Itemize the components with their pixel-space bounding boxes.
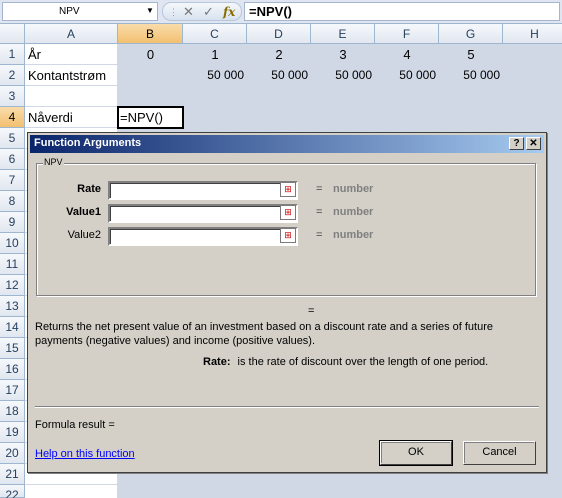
- column-header[interactable]: G: [439, 24, 503, 44]
- column-header[interactable]: A: [25, 24, 118, 44]
- row-header[interactable]: 14: [0, 317, 25, 338]
- row-header[interactable]: 5: [0, 128, 25, 149]
- argument-label: Value1: [66, 206, 101, 218]
- row-header[interactable]: 22: [0, 485, 25, 498]
- npv-argument-group: NPV Rate ⊞ = number Value1 ⊞ = number Va…: [36, 157, 537, 296]
- cell-e1[interactable]: 3: [311, 44, 375, 65]
- row-header[interactable]: 18: [0, 401, 25, 422]
- argument-help: Rate: is the rate of discount over the le…: [203, 356, 488, 368]
- argument-label: Value2: [67, 229, 101, 241]
- cell-f1[interactable]: 4: [375, 44, 439, 65]
- name-box[interactable]: NPV: [2, 2, 158, 21]
- argument-type-hint: number: [333, 183, 374, 195]
- cell-d1[interactable]: 2: [247, 44, 311, 65]
- cell-c1[interactable]: 1: [183, 44, 247, 65]
- cell-f2[interactable]: 50 000: [375, 65, 439, 86]
- formula-bar: NPV ▼ ⋮ ✕ ✓ fx =NPV(): [0, 0, 562, 24]
- row-header[interactable]: 9: [0, 212, 25, 233]
- row-header[interactable]: 11: [0, 254, 25, 275]
- insert-function-icon[interactable]: fx: [223, 4, 235, 20]
- cell-a4[interactable]: Nåverdi: [25, 107, 118, 128]
- value1-input[interactable]: [108, 204, 298, 223]
- result-equals: =: [308, 305, 315, 317]
- column-header[interactable]: H: [503, 24, 562, 44]
- formula-input[interactable]: =NPV(): [244, 2, 560, 21]
- row-header[interactable]: 20: [0, 443, 25, 464]
- excel-window: NPV ▼ ⋮ ✕ ✓ fx =NPV() A B C D E F G H 1 …: [0, 0, 562, 498]
- row-header[interactable]: 8: [0, 191, 25, 212]
- cell-c2[interactable]: 50 000: [183, 65, 247, 86]
- chevron-down-icon[interactable]: ▼: [144, 2, 156, 19]
- equals-sign: =: [316, 206, 323, 218]
- cell-b1[interactable]: 0: [118, 44, 183, 65]
- ok-button[interactable]: OK: [379, 440, 453, 466]
- cancel-icon[interactable]: ✕: [183, 4, 194, 20]
- cell-e2[interactable]: 50 000: [311, 65, 375, 86]
- row-header[interactable]: 6: [0, 149, 25, 170]
- collapse-dialog-icon[interactable]: ⊞: [280, 182, 296, 197]
- equals-sign: =: [316, 229, 323, 241]
- cell-a2[interactable]: Kontantstrøm: [25, 65, 118, 86]
- row-header[interactable]: 17: [0, 380, 25, 401]
- function-arguments-dialog: Function Arguments ? ✕ NPV Rate ⊞ = numb…: [27, 132, 547, 473]
- function-description: Returns the net present value of an inve…: [35, 321, 494, 347]
- argument-row-value1: Value1 ⊞ = number: [37, 204, 537, 223]
- row-header[interactable]: 13: [0, 296, 25, 317]
- rate-input[interactable]: [108, 181, 298, 200]
- cell-d2[interactable]: 50 000: [247, 65, 311, 86]
- formula-result-label: Formula result =: [35, 419, 115, 431]
- argument-label: Rate: [77, 183, 101, 195]
- column-header[interactable]: B: [118, 24, 183, 44]
- row-header[interactable]: 3: [0, 86, 25, 107]
- cancel-button[interactable]: Cancel: [463, 441, 536, 465]
- row-header[interactable]: 21: [0, 464, 25, 485]
- row-header[interactable]: 7: [0, 170, 25, 191]
- cell-g1[interactable]: 5: [439, 44, 503, 65]
- dialog-title-bar[interactable]: Function Arguments ? ✕: [30, 135, 544, 153]
- row-header[interactable]: 12: [0, 275, 25, 296]
- argument-help-text: is the rate of discount over the length …: [237, 356, 489, 368]
- help-button[interactable]: ?: [509, 137, 524, 150]
- select-all-corner[interactable]: [0, 24, 25, 44]
- argument-type-hint: number: [333, 229, 374, 241]
- row-header[interactable]: 15: [0, 338, 25, 359]
- argument-help-name: Rate:: [203, 356, 231, 368]
- row-header[interactable]: 2: [0, 65, 25, 86]
- group-label: NPV: [43, 157, 64, 167]
- formula-bar-buttons: ⋮ ✕ ✓ fx: [162, 2, 242, 21]
- dialog-title: Function Arguments: [34, 137, 142, 149]
- row-header[interactable]: 10: [0, 233, 25, 254]
- grip-icon: ⋮: [169, 7, 178, 17]
- row-header[interactable]: 16: [0, 359, 25, 380]
- equals-sign: =: [316, 183, 323, 195]
- argument-type-hint: number: [333, 206, 374, 218]
- collapse-dialog-icon[interactable]: ⊞: [280, 205, 296, 220]
- row-header[interactable]: 19: [0, 422, 25, 443]
- cell-g2[interactable]: 50 000: [439, 65, 503, 86]
- column-header[interactable]: C: [183, 24, 247, 44]
- help-on-function-link[interactable]: Help on this function: [35, 448, 135, 460]
- divider: [35, 406, 539, 408]
- argument-row-rate: Rate ⊞ = number: [37, 181, 537, 200]
- row-header[interactable]: 1: [0, 44, 25, 65]
- collapse-dialog-icon[interactable]: ⊞: [280, 228, 296, 243]
- enter-icon[interactable]: ✓: [203, 4, 214, 20]
- argument-row-value2: Value2 ⊞ = number: [37, 227, 537, 246]
- column-header[interactable]: F: [375, 24, 439, 44]
- cell-a1[interactable]: År: [25, 44, 118, 65]
- cell-b4-active[interactable]: =NPV(): [117, 106, 184, 129]
- column-header[interactable]: D: [247, 24, 311, 44]
- value2-input[interactable]: [108, 227, 298, 246]
- close-button[interactable]: ✕: [526, 137, 541, 150]
- row-header[interactable]: 4: [0, 107, 25, 128]
- column-header[interactable]: E: [311, 24, 375, 44]
